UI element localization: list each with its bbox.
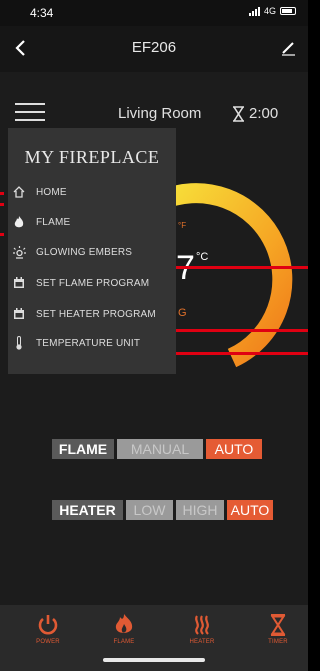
temperature-unit: °C bbox=[196, 251, 208, 263]
menu-item-glowing-embers[interactable]: GLOWING EMBERS bbox=[8, 241, 176, 263]
gauge-state-text: G bbox=[178, 307, 187, 319]
flame-manual-option[interactable]: MANUAL bbox=[117, 439, 203, 459]
main-content: Living Room 2:00 7 °C °F G FLAME MANUAL … bbox=[0, 72, 308, 605]
menu-item-temperature-unit[interactable]: TEMPERATURE UNIT bbox=[8, 332, 176, 354]
annotation-line bbox=[176, 329, 308, 332]
network-label: 4G bbox=[263, 6, 276, 16]
flame-auto-option[interactable]: AUTO bbox=[206, 439, 262, 459]
heater-low-option[interactable]: LOW bbox=[126, 500, 173, 520]
temperature-alt-unit: °F bbox=[178, 221, 186, 230]
tab-power[interactable]: POWER bbox=[18, 614, 78, 645]
status-indicators: 4G bbox=[248, 6, 296, 16]
device-title: EF206 bbox=[131, 39, 177, 56]
tab-label: FLAME bbox=[113, 639, 135, 645]
heater-control-row: HEATER LOW HIGH AUTO bbox=[52, 500, 273, 520]
signal-icon bbox=[248, 6, 260, 16]
side-menu: MY FIREPLACE HOME FLAME GLOWING EMBERS S… bbox=[8, 128, 176, 374]
menu-item-set-flame-program[interactable]: SET FLAME PROGRAM bbox=[8, 272, 176, 294]
flame-control-label: FLAME bbox=[52, 439, 114, 459]
annotation-mark bbox=[0, 203, 4, 206]
heater-control-label: HEATER bbox=[52, 500, 123, 520]
annotation-line bbox=[176, 266, 308, 269]
annotation-mark bbox=[0, 233, 4, 236]
menu-title: MY FIREPLACE bbox=[24, 147, 160, 167]
heater-high-option[interactable]: HIGH bbox=[176, 500, 224, 520]
tab-flame[interactable]: FLAME bbox=[94, 614, 154, 645]
battery-icon bbox=[280, 7, 296, 15]
calendar-icon bbox=[12, 276, 26, 290]
menu-item-label: HOME bbox=[36, 186, 67, 198]
nav-bar: EF206 bbox=[0, 26, 308, 72]
edit-icon[interactable] bbox=[280, 40, 296, 56]
flame-control-row: FLAME MANUAL AUTO bbox=[52, 439, 262, 459]
room-header: Living Room 2:00 bbox=[0, 72, 308, 124]
timer-value: 2:00 bbox=[249, 105, 279, 122]
tab-label: TIMER bbox=[268, 639, 288, 645]
timer-indicator[interactable]: 2:00 bbox=[232, 105, 278, 122]
annotation-line bbox=[176, 352, 308, 355]
menu-item-label: SET HEATER PROGRAM bbox=[36, 308, 156, 320]
tab-timer[interactable]: TIMER bbox=[248, 614, 308, 645]
hourglass-icon bbox=[233, 105, 244, 122]
menu-item-set-heater-program[interactable]: SET HEATER PROGRAM bbox=[8, 303, 176, 325]
menu-item-label: TEMPERATURE UNIT bbox=[36, 337, 141, 349]
heater-icon bbox=[195, 615, 209, 635]
room-name: Living Room bbox=[118, 105, 202, 122]
flame-icon bbox=[12, 215, 26, 229]
menu-item-home[interactable]: HOME bbox=[8, 181, 176, 203]
embers-icon bbox=[12, 245, 26, 259]
annotation-mark bbox=[0, 192, 4, 195]
status-time: 4:34 bbox=[30, 6, 54, 20]
power-icon bbox=[38, 615, 58, 635]
heater-auto-option[interactable]: AUTO bbox=[227, 500, 273, 520]
home-icon bbox=[12, 185, 26, 199]
menu-item-flame[interactable]: FLAME bbox=[8, 211, 176, 233]
hourglass-icon bbox=[270, 614, 286, 636]
menu-item-label: GLOWING EMBERS bbox=[36, 246, 133, 258]
menu-item-label: SET FLAME PROGRAM bbox=[36, 277, 150, 289]
flame-icon bbox=[115, 614, 133, 633]
tab-label: HEATER bbox=[189, 639, 215, 645]
thermometer-icon bbox=[12, 336, 26, 350]
tab-label: POWER bbox=[36, 639, 60, 645]
menu-item-label: FLAME bbox=[36, 216, 71, 228]
calendar-icon bbox=[12, 307, 26, 321]
home-indicator[interactable] bbox=[103, 658, 205, 662]
status-bar: 4:34 4G bbox=[0, 0, 308, 26]
tab-heater[interactable]: HEATER bbox=[172, 614, 232, 645]
hamburger-menu-icon[interactable] bbox=[15, 103, 45, 125]
